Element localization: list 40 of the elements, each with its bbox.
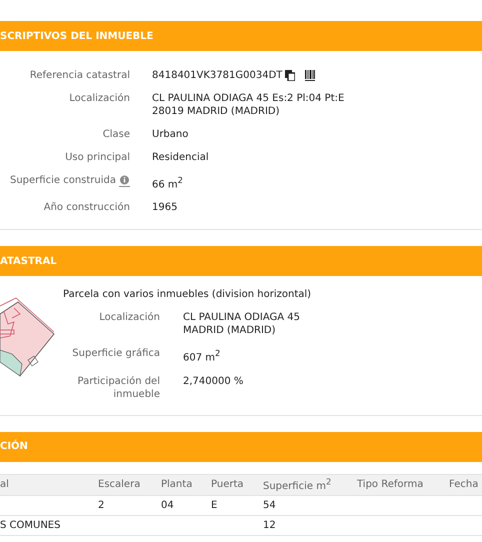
section-title: CIÓN	[0, 441, 28, 452]
field-value: Residencial	[152, 151, 209, 164]
section-title: SCRIPTIVOS DEL INMUEBLE	[0, 30, 154, 42]
field-value: CL PAULINA ODIAGA 45 Es:2 Pl:04 Pt:E	[152, 92, 344, 105]
column-header: Planta	[161, 479, 192, 490]
column-header: Escalera	[98, 479, 140, 490]
section-title: ATASTRAL	[0, 256, 57, 267]
field-value: MADRID (MADRID)	[183, 324, 276, 338]
field-label: Localización	[99, 311, 160, 324]
field-label: Referencia catastral	[30, 69, 130, 82]
table-cell: 54	[263, 500, 276, 511]
field-label: inmueble	[113, 388, 160, 401]
copy-icon[interactable]	[285, 70, 296, 81]
field-value: 2,740000 %	[183, 374, 244, 388]
column-header: Puerta	[211, 479, 244, 490]
column-header: Tipo Reforma	[357, 479, 424, 490]
field-value: 28019 MADRID (MADRID)	[152, 105, 280, 118]
table-cell: 2	[98, 500, 104, 511]
field-label: Superficie gráfica	[72, 347, 160, 360]
field-label: Año construcción	[44, 201, 130, 214]
field-label: Clase	[102, 128, 130, 141]
field-label: Localización	[69, 92, 130, 105]
field-value: Urbano	[152, 128, 188, 141]
barcode-icon[interactable]	[305, 70, 316, 81]
field-value: 607 m$^{2}$	[183, 347, 220, 365]
field-label: Participación del	[78, 374, 160, 388]
field-label: Superficie construida	[10, 174, 116, 187]
field-value: 1965	[152, 201, 178, 214]
field-value: CL PAULINA ODIAGA 45	[183, 311, 300, 324]
table-cell: 04	[161, 500, 174, 511]
column-header: al	[0, 479, 9, 490]
table-cell: S COMUNES	[0, 520, 60, 531]
field-label: Uso principal	[65, 151, 130, 164]
column-header: Fecha	[449, 479, 478, 490]
table-cell: 12	[263, 520, 276, 531]
field-value: 8418401VK3781G0034DT	[152, 69, 282, 82]
info-icon[interactable]	[119, 174, 130, 186]
table-cell: E	[211, 500, 218, 511]
field-value: 66 m$^{2}$	[152, 174, 183, 192]
parcel-description: Parcela con varios inmuebles (division horizontal)	[63, 288, 312, 302]
